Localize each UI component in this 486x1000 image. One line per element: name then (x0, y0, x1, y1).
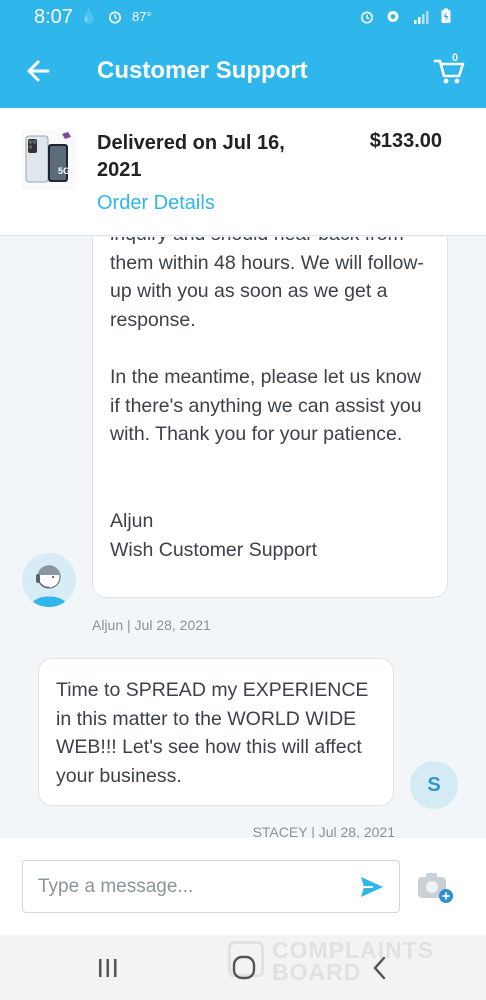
system-nav-bar: COMPLAINTS BOARD (0, 935, 486, 1000)
agent-avatar-icon (22, 553, 76, 607)
avatar (22, 553, 76, 607)
system-icons (358, 8, 452, 27)
cart-button[interactable]: 0 (432, 52, 468, 88)
order-price: $133.00 (369, 130, 442, 152)
water-drops-icon: 💧 (80, 8, 102, 24)
messenger-icon (387, 11, 399, 22)
watermark-line-2: BOARD (272, 959, 362, 985)
status-temperature: 87° (132, 9, 152, 24)
avatar: S (410, 761, 458, 809)
alarm-icon (361, 11, 374, 24)
alarm-icon (109, 11, 121, 24)
cart-count: 0 (452, 52, 458, 64)
app-bar: Customer Support 0 (0, 40, 486, 104)
camera-add-icon (418, 873, 453, 903)
user-message-bubble: Time to SPREAD my EXPERIENCE in this mat… (38, 658, 394, 806)
signal-icon (414, 11, 429, 24)
status-time: 8:07 (34, 6, 73, 28)
battery-charging-icon (441, 8, 451, 23)
message-paragraph: inquiry and should hear back from them w… (110, 237, 424, 331)
message-signature: Aljun Wish Customer Support (110, 510, 317, 561)
agent-message-bubble: inquiry and should hear back from them w… (92, 237, 448, 598)
status-bar: 8:07 💧 87° (0, 0, 486, 34)
order-details-link[interactable]: Order Details (97, 192, 215, 215)
arrow-left-icon (27, 60, 50, 82)
message-text: Time to SPREAD my EXPERIENCE in this mat… (56, 679, 369, 787)
send-icon (361, 877, 383, 897)
order-summary[interactable]: 5G Delivered on Jul 16, 2021 $133.00 Ord… (0, 108, 486, 236)
top-bar: 8:07 💧 87° Customer Support 0 (0, 0, 486, 108)
message-composer (0, 838, 486, 935)
notification-icons: 💧 (80, 8, 101, 25)
cart-icon: 0 (433, 52, 465, 84)
recent-apps-button[interactable] (90, 953, 126, 983)
message-meta: STACEY | Jul 28, 2021 (252, 824, 395, 838)
back-icon (373, 956, 386, 980)
nav-back-button[interactable] (362, 953, 398, 983)
attach-photo-button[interactable] (416, 870, 456, 906)
page-title: Customer Support (97, 57, 308, 84)
recent-apps-icon (99, 959, 117, 977)
message-meta: Aljun | Jul 28, 2021 (92, 617, 211, 633)
home-button[interactable] (226, 953, 262, 983)
order-status: Delivered on Jul 16, 2021 (97, 132, 285, 181)
watermark-line-1: COMPLAINTS (272, 937, 435, 963)
send-button[interactable] (358, 873, 386, 901)
message-input[interactable] (22, 860, 400, 913)
home-icon (232, 955, 256, 980)
back-button[interactable] (22, 54, 56, 88)
message-paragraph: In the meantime, please let us know if t… (110, 366, 422, 445)
phone-product-image: 5G (25, 132, 71, 183)
chat-thread[interactable]: inquiry and should hear back from them w… (0, 237, 486, 838)
product-thumbnail: 5G (22, 130, 76, 190)
svg-text:5G: 5G (58, 166, 70, 176)
